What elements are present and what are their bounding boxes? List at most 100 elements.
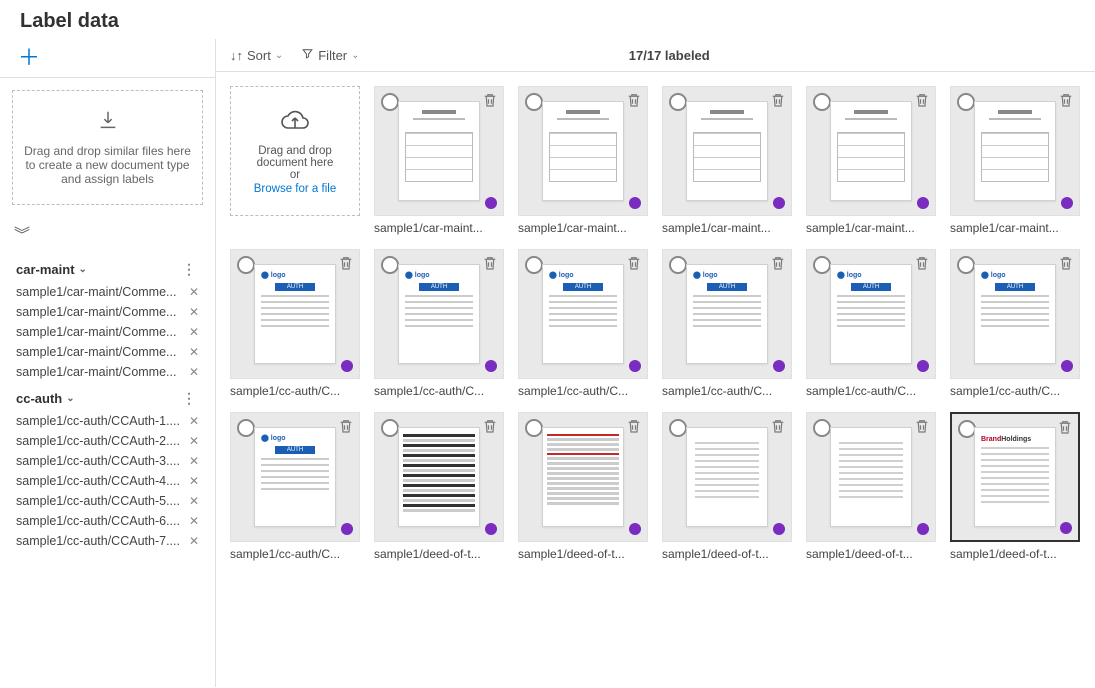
delete-icon[interactable] (913, 91, 931, 112)
select-radio[interactable] (525, 419, 543, 437)
more-icon[interactable]: ⋮ (182, 390, 197, 407)
more-icon[interactable]: ⋮ (182, 261, 197, 278)
remove-icon[interactable]: ✕ (185, 474, 203, 488)
select-radio[interactable] (957, 256, 975, 274)
remove-icon[interactable]: ✕ (185, 434, 203, 448)
document-card[interactable]: sample1/deed-of-t... (806, 412, 936, 561)
select-radio[interactable] (381, 93, 399, 111)
main-dropzone[interactable]: Drag and drop document here or Browse fo… (230, 86, 360, 216)
document-card[interactable]: sample1/car-maint... (662, 86, 792, 235)
remove-icon[interactable]: ✕ (185, 345, 203, 359)
delete-icon[interactable] (625, 417, 643, 438)
select-radio[interactable] (669, 419, 687, 437)
document-thumbnail[interactable]: BrandHoldings (950, 412, 1080, 542)
document-thumbnail[interactable]: ⬤ logoAUTH (230, 249, 360, 379)
document-thumbnail[interactable] (662, 86, 792, 216)
document-thumbnail[interactable] (518, 86, 648, 216)
document-card[interactable]: ⬤ logoAUTH sample1/cc-auth/C... (662, 249, 792, 398)
delete-icon[interactable] (625, 91, 643, 112)
remove-icon[interactable]: ✕ (185, 454, 203, 468)
delete-icon[interactable] (1056, 418, 1074, 439)
delete-icon[interactable] (913, 417, 931, 438)
delete-icon[interactable] (481, 254, 499, 275)
file-row[interactable]: sample1/car-maint/Comme...✕ (0, 302, 213, 322)
delete-icon[interactable] (481, 91, 499, 112)
file-row[interactable]: sample1/cc-auth/CCAuth-5....✕ (0, 491, 213, 511)
select-radio[interactable] (237, 256, 255, 274)
file-row[interactable]: sample1/car-maint/Comme...✕ (0, 282, 213, 302)
file-row[interactable]: sample1/car-maint/Comme...✕ (0, 322, 213, 342)
file-row[interactable]: sample1/cc-auth/CCAuth-1....✕ (0, 411, 213, 431)
delete-icon[interactable] (769, 254, 787, 275)
document-thumbnail[interactable]: ⬤ logoAUTH (950, 249, 1080, 379)
document-card[interactable]: ⬤ logoAUTH sample1/cc-auth/C... (230, 412, 360, 561)
file-row[interactable]: sample1/cc-auth/CCAuth-6....✕ (0, 511, 213, 531)
remove-icon[interactable]: ✕ (185, 305, 203, 319)
document-thumbnail[interactable]: ⬤ logoAUTH (374, 249, 504, 379)
browse-link[interactable]: Browse for a file (254, 183, 336, 195)
delete-icon[interactable] (769, 91, 787, 112)
document-thumbnail[interactable]: ⬤ logoAUTH (806, 249, 936, 379)
delete-icon[interactable] (481, 417, 499, 438)
document-card[interactable]: ⬤ logoAUTH sample1/cc-auth/C... (230, 249, 360, 398)
delete-icon[interactable] (769, 417, 787, 438)
remove-icon[interactable]: ✕ (185, 514, 203, 528)
select-radio[interactable] (813, 419, 831, 437)
document-card[interactable]: sample1/deed-of-t... (518, 412, 648, 561)
file-row[interactable]: sample1/cc-auth/CCAuth-3....✕ (0, 451, 213, 471)
document-thumbnail[interactable] (662, 412, 792, 542)
remove-icon[interactable]: ✕ (185, 534, 203, 548)
remove-icon[interactable]: ✕ (185, 285, 203, 299)
document-thumbnail[interactable] (518, 412, 648, 542)
group-header[interactable]: car-maint⌄⋮ (0, 253, 213, 282)
remove-icon[interactable]: ✕ (185, 365, 203, 379)
delete-icon[interactable] (1057, 91, 1075, 112)
document-card[interactable]: ⬤ logoAUTH sample1/cc-auth/C... (806, 249, 936, 398)
file-row[interactable]: sample1/cc-auth/CCAuth-2....✕ (0, 431, 213, 451)
document-thumbnail[interactable]: ⬤ logoAUTH (518, 249, 648, 379)
document-card[interactable]: BrandHoldings sample1/deed-of-t... (950, 412, 1080, 561)
document-thumbnail[interactable]: ⬤ logoAUTH (662, 249, 792, 379)
select-radio[interactable] (813, 93, 831, 111)
file-row[interactable]: sample1/cc-auth/CCAuth-4....✕ (0, 471, 213, 491)
file-row[interactable]: sample1/car-maint/Comme...✕ (0, 362, 213, 382)
document-card[interactable]: ⬤ logoAUTH sample1/cc-auth/C... (374, 249, 504, 398)
document-card[interactable]: sample1/car-maint... (374, 86, 504, 235)
select-radio[interactable] (237, 419, 255, 437)
select-radio[interactable] (525, 256, 543, 274)
document-thumbnail[interactable] (806, 86, 936, 216)
document-card[interactable]: ⬤ logoAUTH sample1/cc-auth/C... (950, 249, 1080, 398)
filter-button[interactable]: Filter ⌄ (301, 47, 359, 63)
collapse-all-icon[interactable]: ︾ (0, 217, 215, 249)
sidebar-dropzone[interactable]: Drag and drop similar files here to crea… (12, 90, 203, 205)
document-thumbnail[interactable] (806, 412, 936, 542)
document-card[interactable]: sample1/deed-of-t... (374, 412, 504, 561)
document-card[interactable]: sample1/car-maint... (518, 86, 648, 235)
select-radio[interactable] (381, 419, 399, 437)
select-radio[interactable] (669, 256, 687, 274)
document-thumbnail[interactable] (374, 412, 504, 542)
document-card[interactable]: ⬤ logoAUTH sample1/cc-auth/C... (518, 249, 648, 398)
document-card[interactable]: sample1/car-maint... (950, 86, 1080, 235)
sort-button[interactable]: ↓↑ Sort ⌄ (230, 48, 283, 63)
remove-icon[interactable]: ✕ (185, 414, 203, 428)
select-radio[interactable] (381, 256, 399, 274)
select-radio[interactable] (957, 93, 975, 111)
delete-icon[interactable] (337, 254, 355, 275)
document-thumbnail[interactable] (374, 86, 504, 216)
group-header[interactable]: cc-auth⌄⋮ (0, 382, 213, 411)
document-card[interactable]: sample1/deed-of-t... (662, 412, 792, 561)
delete-icon[interactable] (1057, 254, 1075, 275)
remove-icon[interactable]: ✕ (185, 325, 203, 339)
select-radio[interactable] (669, 93, 687, 111)
remove-icon[interactable]: ✕ (185, 494, 203, 508)
file-row[interactable]: sample1/car-maint/Comme...✕ (0, 342, 213, 362)
document-thumbnail[interactable] (950, 86, 1080, 216)
delete-icon[interactable] (625, 254, 643, 275)
add-button[interactable]: ＋ (18, 45, 40, 70)
document-card[interactable]: sample1/car-maint... (806, 86, 936, 235)
file-row[interactable]: sample1/cc-auth/CCAuth-7....✕ (0, 531, 213, 551)
delete-icon[interactable] (337, 417, 355, 438)
delete-icon[interactable] (913, 254, 931, 275)
select-radio[interactable] (525, 93, 543, 111)
